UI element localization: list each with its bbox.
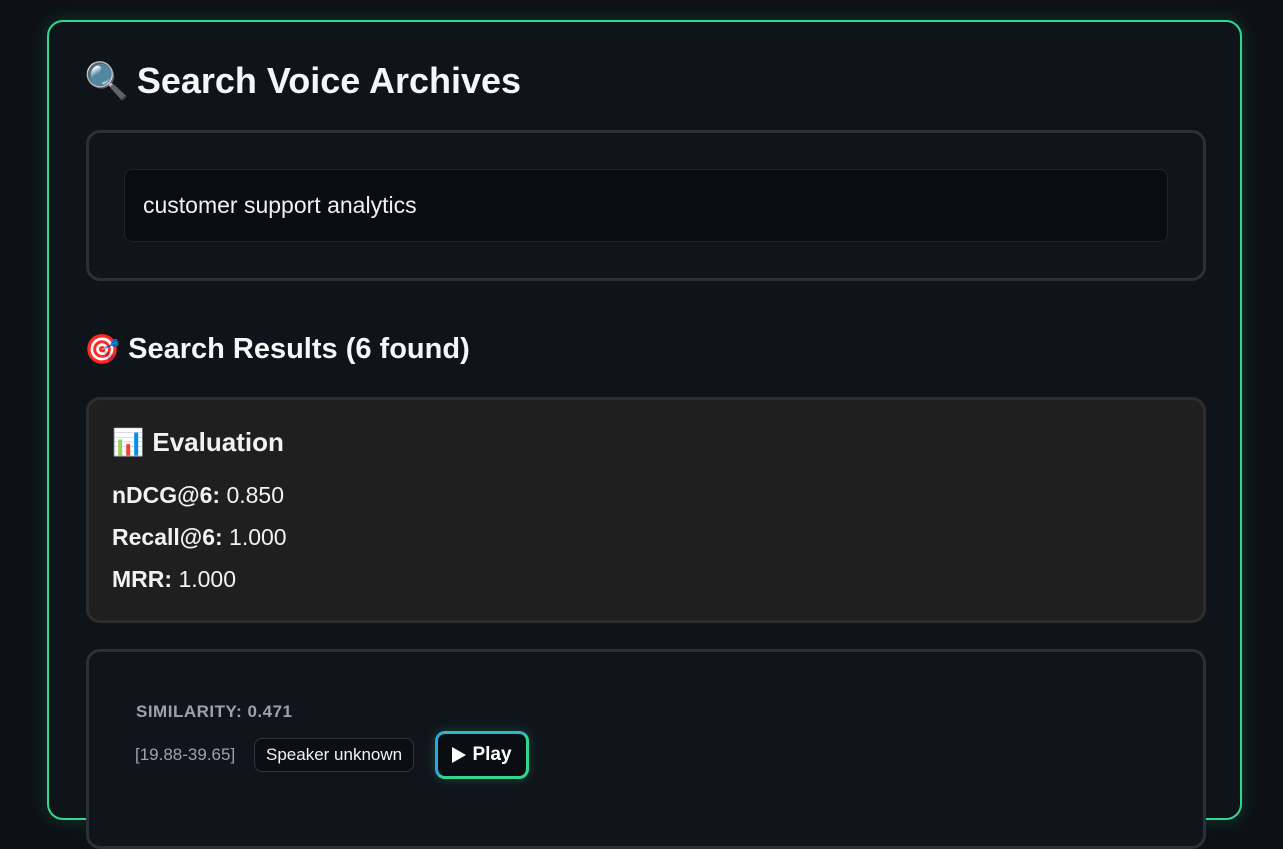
results-heading-text: Search Results (6 found): [128, 333, 470, 365]
metric-label: MRR:: [112, 566, 173, 592]
play-button-label: Play: [472, 744, 512, 765]
speaker-badge: Speaker unknown: [254, 738, 415, 772]
page-title-text: Search Voice Archives: [136, 60, 522, 101]
evaluation-title: 📊 Evaluation: [112, 427, 284, 458]
metric-label: Recall@6:: [112, 524, 223, 550]
target-icon: 🎯: [84, 332, 121, 366]
metric-recall: Recall@6: 1.000: [112, 524, 287, 551]
search-input[interactable]: [124, 169, 1168, 242]
results-heading: 🎯 Search Results (6 found): [84, 332, 470, 367]
metric-value: 1.000: [229, 524, 287, 550]
metric-value: 0.850: [226, 482, 284, 508]
similarity-score: SIMILARITY: 0.471: [136, 702, 293, 721]
segment-timestamp: [19.88-39.65]: [135, 745, 236, 764]
play-icon: [452, 747, 467, 763]
magnifier-icon: 🔍: [84, 61, 129, 102]
metric-mrr: MRR: 1.000: [112, 566, 236, 593]
metric-value: 1.000: [178, 566, 236, 592]
bar-chart-icon: 📊: [112, 427, 145, 458]
metric-label: nDCG@6:: [112, 482, 221, 508]
play-button[interactable]: Play: [435, 731, 529, 779]
evaluation-title-text: Evaluation: [152, 427, 284, 457]
page-title: 🔍 Search Voice Archives: [84, 60, 521, 102]
metric-ndcg: nDCG@6: 0.850: [112, 482, 284, 509]
